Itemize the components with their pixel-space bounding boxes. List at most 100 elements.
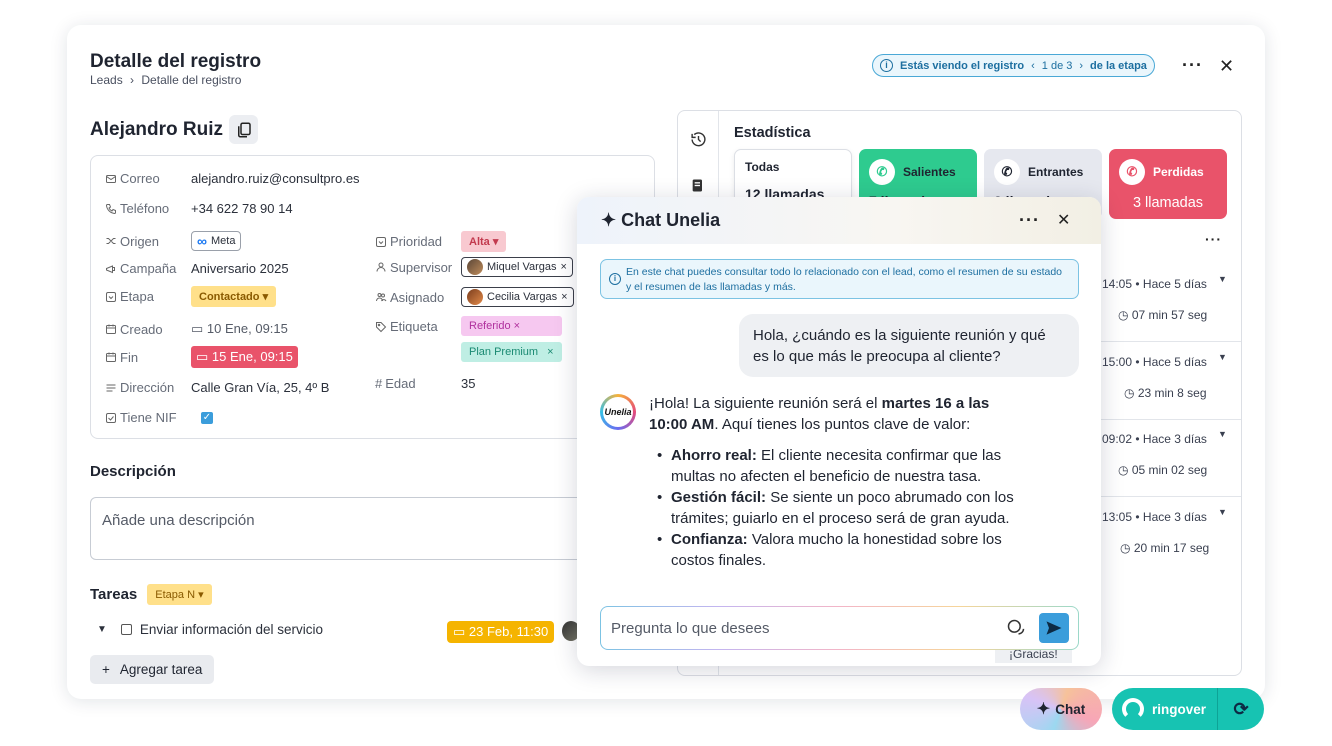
age-value: 35 [461, 376, 476, 391]
task-label[interactable]: Enviar información del servicio [140, 622, 323, 637]
call-time: 14:05 • Hace 5 días [1102, 277, 1207, 291]
list-options-icon[interactable]: ··· [1205, 231, 1222, 247]
chat-fab[interactable]: ✦ Chat [1020, 688, 1102, 730]
user-message: Hola, ¿cuándo es la siguiente reunión y … [739, 314, 1079, 377]
description-input[interactable]: Añade una descripción [90, 497, 660, 560]
nif-checkbox[interactable]: ✓ [201, 411, 213, 424]
field-fin: Fin ▭ 15 Ene, 09:15 [105, 346, 298, 368]
chat-options-icon[interactable]: ··· [1019, 210, 1040, 231]
call-time: 13:05 • Hace 3 días [1102, 510, 1207, 524]
task-date-chip[interactable]: ▭ 23 Feb, 11:30 [447, 621, 555, 643]
chat-bubbles-icon[interactable] [1006, 618, 1026, 642]
stage-icon-label: Etapa [105, 289, 191, 304]
refresh-icon[interactable]: ⟳ [1218, 699, 1264, 720]
expand-caret-icon[interactable]: ▼ [1218, 352, 1227, 362]
nav-suffix: de la etapa [1090, 59, 1147, 72]
expand-caret-icon[interactable]: ▼ [1218, 274, 1227, 284]
bot-bullets: Ahorro real: El cliente necesita confirm… [649, 445, 1019, 571]
tag-referido[interactable]: Referido × [461, 316, 562, 336]
avatar [467, 259, 483, 275]
chat-header: ✦ Chat Unelia ··· ✕ [577, 197, 1101, 244]
tag-icon-label: Etiqueta [375, 316, 461, 334]
meta-icon: ∞ [197, 233, 207, 249]
calendar-icon-label: Creado [105, 322, 191, 337]
field-etiqueta: Etiqueta Referido × Plan Premium × [375, 316, 562, 362]
prev-record-icon[interactable]: ‹ [1031, 60, 1035, 72]
priority-icon-label: Prioridad [375, 234, 461, 249]
remove-icon[interactable]: × [561, 291, 567, 303]
history-icon[interactable] [690, 131, 707, 153]
contact-name-row: Alejandro Ruiz [90, 115, 259, 144]
chat-title: ✦ Chat Unelia [601, 210, 721, 230]
field-correo: Correo alejandro.ruiz@consultpro.es [105, 171, 360, 186]
add-task-button[interactable]: + Agregar tarea [90, 655, 215, 684]
incoming-call-icon: ✆ [994, 159, 1020, 185]
chat-panel: ✦ Chat Unelia ··· ✕ i En este chat puede… [577, 197, 1101, 666]
chat-input[interactable]: Pregunta lo que desees [600, 606, 1079, 650]
origin-chip[interactable]: ∞ Meta [191, 231, 242, 251]
field-direccion: Dirección Calle Gran Vía, 25, 4º B [105, 380, 329, 395]
email-value[interactable]: alejandro.ruiz@consultpro.es [191, 171, 360, 186]
field-prioridad: Prioridad Alta ▾ [375, 231, 507, 252]
stage-dropdown[interactable]: Contactado ▾ [191, 286, 277, 307]
trailing-message: ¡Gracias! [995, 648, 1072, 663]
user-icon-label: Supervisor [375, 260, 461, 275]
field-nif: Tiene NIF ✓ [105, 410, 213, 425]
address-icon-label: Dirección [105, 380, 191, 395]
tasks-header: Tareas Etapa N ▾ [90, 584, 212, 605]
divider [1098, 496, 1241, 497]
priority-dropdown[interactable]: Alta ▾ [461, 231, 507, 252]
field-telefono: Teléfono +34 622 78 90 14 [105, 201, 293, 216]
divider [1098, 341, 1241, 342]
field-campana: Campaña Aniversario 2025 [105, 261, 289, 276]
next-record-icon[interactable]: › [1079, 60, 1083, 72]
more-options-icon[interactable]: ··· [1182, 55, 1203, 76]
copy-icon[interactable] [229, 115, 259, 144]
record-navigator: i Estás viendo el registro ‹ 1 de 3 › de… [872, 54, 1155, 77]
assignee-chip[interactable]: Cecilia Vargas × [461, 287, 574, 307]
avatar [467, 289, 483, 305]
ringover-widget: ringover ⟳ [1112, 688, 1264, 730]
send-button[interactable] [1039, 613, 1069, 643]
notes-icon[interactable] [690, 177, 706, 199]
hash-icon-label: # Edad [375, 376, 416, 391]
caret-down-icon: ▾ [492, 236, 499, 248]
page-title: Detalle del registro [90, 51, 262, 72]
sparkle-icon: ✦ [601, 210, 617, 230]
field-origen: Origen ∞ Meta [105, 231, 242, 251]
remove-icon[interactable]: × [514, 320, 520, 332]
expand-caret-icon[interactable]: ▼ [1218, 507, 1227, 517]
description-title: Descripción [90, 463, 176, 480]
remove-icon[interactable]: × [561, 261, 567, 273]
call-time: 09:02 • Hace 3 días [1102, 432, 1207, 446]
task-checkbox[interactable] [120, 624, 132, 635]
expand-caret-icon[interactable]: ▼ [1218, 429, 1227, 439]
list-item: Gestión fácil: Se siente un poco abrumad… [657, 487, 1019, 529]
end-date-chip[interactable]: ▭ 15 Ene, 09:15 [191, 346, 298, 368]
outgoing-call-icon: ✆ [869, 159, 895, 185]
bot-message: ¡Hola! La siguiente reunión será el mart… [649, 393, 1019, 571]
collapse-caret-icon[interactable]: ▼ [97, 624, 107, 635]
field-etapa: Etapa Contactado ▾ [105, 286, 277, 307]
phone-value[interactable]: +34 622 78 90 14 [191, 201, 293, 216]
list-item: Confianza: Valora mucho la honestidad so… [657, 529, 1019, 571]
divider [1098, 419, 1241, 420]
call-duration: ◷ 05 min 02 seg [1118, 463, 1208, 477]
caret-down-icon: ▾ [262, 291, 269, 303]
remove-icon[interactable]: × [547, 346, 553, 358]
checkbox-icon-label: Tiene NIF [105, 410, 201, 425]
breadcrumb-leads[interactable]: Leads [90, 73, 123, 87]
info-icon: i [609, 273, 621, 285]
campaign-value: Aniversario 2025 [191, 261, 289, 276]
breadcrumb-separator-icon: › [130, 73, 135, 87]
supervisor-chip[interactable]: Miquel Vargas × [461, 257, 573, 277]
ringover-button[interactable]: ringover [1112, 698, 1217, 720]
breadcrumb: Leads › Detalle del registro [90, 73, 245, 87]
stat-card-perdidas[interactable]: ✆ Perdidas 3 llamadas [1109, 149, 1227, 219]
sparkle-icon: ✦ [1036, 701, 1051, 718]
stage-filter-dropdown[interactable]: Etapa N ▾ [147, 584, 212, 605]
tag-plan-premium[interactable]: Plan Premium × [461, 342, 562, 362]
close-icon[interactable]: ✕ [1219, 56, 1234, 77]
chat-close-icon[interactable]: ✕ [1057, 210, 1070, 230]
mail-icon-label: Correo [105, 171, 191, 186]
